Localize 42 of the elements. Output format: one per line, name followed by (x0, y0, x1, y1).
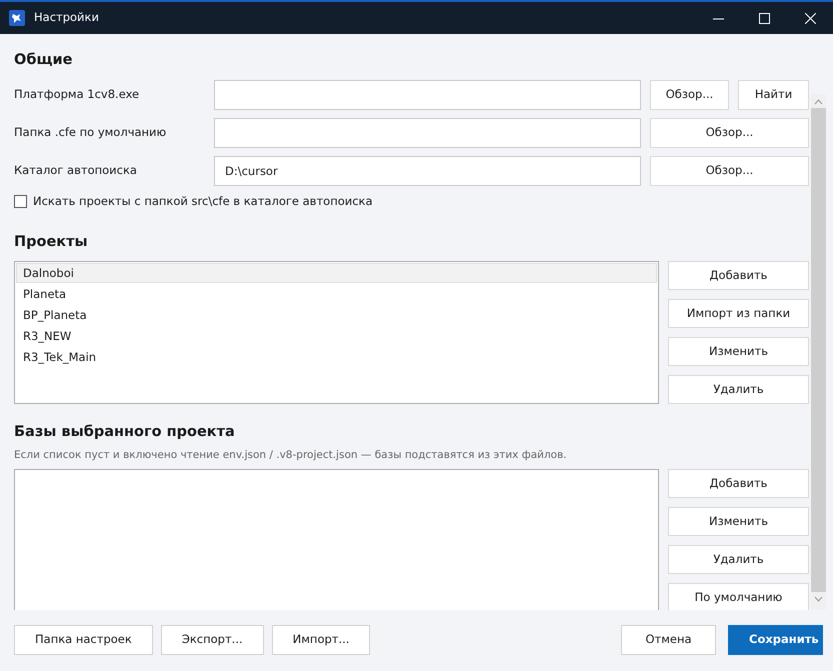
footer-button[interactable]: Папка настроек (14, 625, 153, 655)
side-button[interactable]: Изменить (668, 336, 809, 366)
input-field[interactable]: D:\cursor (214, 156, 641, 186)
input-field[interactable] (214, 118, 641, 148)
side-button[interactable]: Добавить (668, 260, 809, 290)
side-button[interactable]: По умолчанию (668, 583, 809, 610)
maximize-icon (758, 12, 770, 24)
footer-button[interactable]: Отмена (621, 625, 716, 655)
field-label: Папка .cfe по умолчанию (14, 124, 168, 142)
app-icon (9, 10, 25, 26)
window-title: Настройки (34, 9, 100, 26)
hint-text: Если список пуст и включено чтение env.json / .v8-project.json — базы подставятся из этих файлов. (14, 448, 568, 462)
list-item[interactable]: R3_Tek_Main (16, 346, 657, 367)
list-item[interactable]: BP_Planeta (16, 304, 657, 325)
section-heading: Базы выбранного проекта (14, 422, 236, 442)
field-label: Платформа 1cv8.exe (14, 86, 140, 104)
list-item[interactable]: Planeta (16, 284, 657, 304)
side-button[interactable]: Добавить (668, 469, 809, 498)
close-icon (804, 12, 816, 24)
input-field[interactable] (214, 80, 641, 110)
side-button[interactable]: Удалить (668, 545, 809, 574)
browse-button[interactable]: Обзор... (650, 156, 809, 186)
scroll-up-icon[interactable] (814, 99, 823, 105)
browse-button[interactable]: Обзор... (650, 80, 729, 110)
browse-button[interactable]: Обзор... (650, 118, 809, 148)
side-button[interactable]: Изменить (668, 507, 809, 536)
side-button[interactable]: Удалить (668, 374, 809, 404)
checkbox[interactable] (14, 194, 27, 208)
browse-button[interactable]: Найти (738, 80, 809, 110)
section-heading: Проекты (14, 233, 89, 252)
scrollbar[interactable] (811, 94, 826, 610)
side-button[interactable]: Импорт из папки (668, 298, 809, 328)
footer-button[interactable]: Импорт... (272, 625, 370, 655)
list-item[interactable]: Dalnoboi (16, 262, 657, 283)
scroll-down-icon[interactable] (814, 596, 823, 602)
list-item[interactable]: R3_NEW (16, 326, 657, 346)
field-label: Каталог автопоиска (14, 162, 138, 180)
project-list[interactable]: Dalnoboi Planeta BP_Planeta R3_NEW R3_Tek_Main (14, 260, 659, 404)
footer-button[interactable]: Экспорт... (160, 625, 264, 655)
checkbox-label: Искать проекты с папкой src\cfe в каталоге автопоиска (33, 192, 373, 210)
save-button[interactable]: Сохранить (728, 625, 823, 655)
section-heading: Общие (14, 51, 74, 70)
